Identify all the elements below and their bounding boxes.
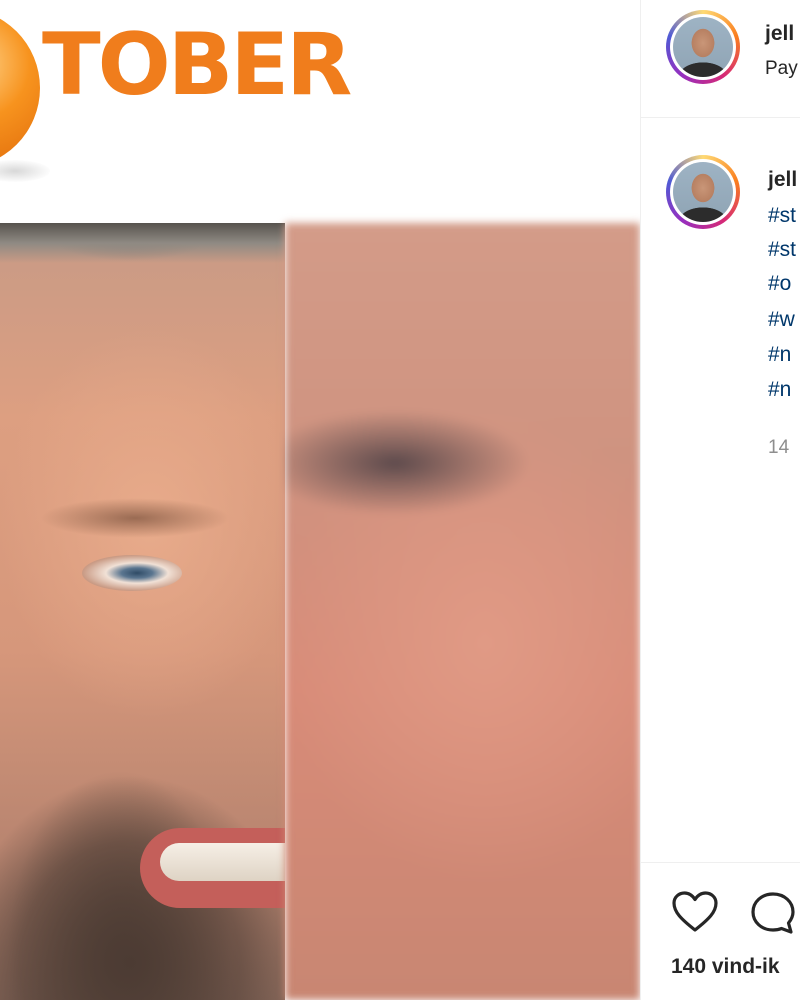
eyebrow	[40, 498, 230, 538]
caption-avatar[interactable]	[666, 155, 740, 229]
logo-ball: P	[0, 8, 40, 168]
header-divider	[641, 117, 800, 118]
hashtag-link[interactable]: #st	[768, 204, 796, 228]
event-logo: P TOBER	[0, 0, 640, 223]
header-avatar[interactable]	[666, 10, 740, 84]
face-right-half-blurred	[285, 223, 640, 1000]
hashtag-link[interactable]: #st	[768, 238, 796, 262]
hair	[0, 223, 285, 263]
post-photo	[0, 223, 640, 1000]
post-media[interactable]: P TOBER	[0, 0, 640, 1000]
post-side-panel: jell Pay jell #st #st #o #w #n #n 14 140…	[641, 0, 800, 1000]
hashtag-link[interactable]: #n	[768, 378, 791, 402]
header-subline[interactable]: Pay	[765, 58, 798, 80]
logo-ball-shadow	[0, 160, 50, 182]
face-left-half	[0, 223, 285, 1000]
hashtag-link[interactable]: #w	[768, 308, 795, 332]
actions-divider	[641, 862, 800, 863]
hashtag-link[interactable]: #n	[768, 343, 791, 367]
avatar-image	[673, 162, 733, 222]
likes-count[interactable]: 140 vind-ik	[671, 955, 780, 979]
teeth	[160, 843, 285, 881]
header-username[interactable]: jell	[765, 22, 794, 46]
caption-timestamp[interactable]: 14	[768, 437, 789, 459]
avatar-image	[673, 17, 733, 77]
logo-text: TOBER	[42, 15, 352, 115]
caption-username[interactable]: jell	[768, 168, 797, 192]
comment-icon[interactable]	[749, 890, 797, 941]
heart-icon[interactable]	[671, 890, 719, 939]
eye	[82, 555, 182, 591]
hashtag-link[interactable]: #o	[768, 272, 791, 296]
